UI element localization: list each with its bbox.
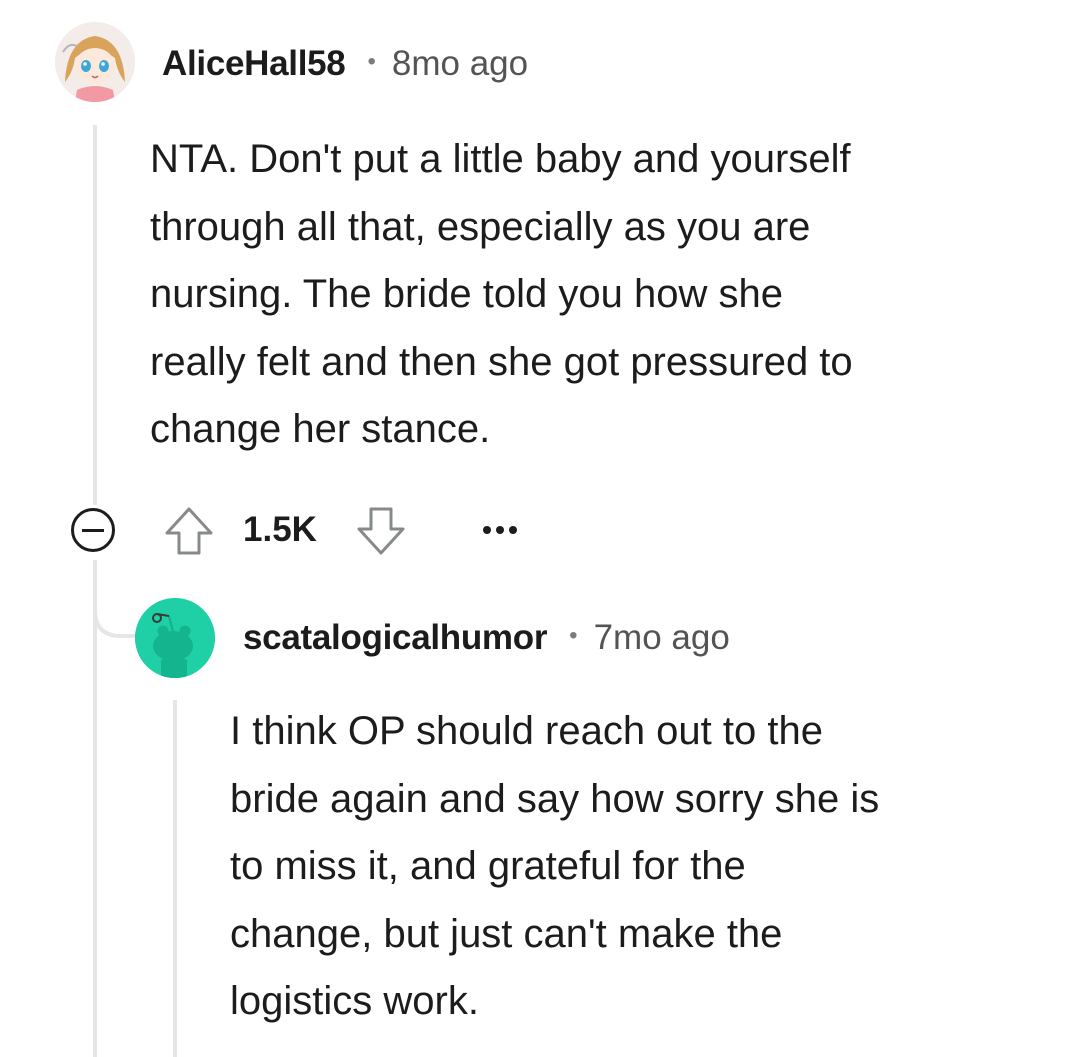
timestamp[interactable]: 7mo ago bbox=[594, 618, 730, 658]
vote-score: 1.5K bbox=[243, 510, 317, 549]
anime-girl-avatar-icon bbox=[55, 22, 135, 102]
comment-meta: scatalogicalhumor • 7mo ago bbox=[243, 618, 730, 658]
thread-line-reply bbox=[173, 700, 177, 1057]
collapse-button[interactable] bbox=[71, 508, 115, 552]
minus-icon bbox=[82, 528, 104, 532]
thread-connector bbox=[93, 560, 139, 638]
thread-line-top bbox=[93, 125, 97, 505]
comment-meta: AliceHall58 • 8mo ago bbox=[162, 44, 528, 84]
downvote-icon[interactable] bbox=[354, 504, 408, 558]
meta-separator: • bbox=[569, 622, 578, 649]
snoo-avatar-icon bbox=[135, 598, 215, 678]
more-options-icon[interactable] bbox=[478, 520, 522, 540]
upvote-icon[interactable] bbox=[162, 504, 216, 558]
meta-separator: • bbox=[367, 48, 376, 75]
avatar[interactable] bbox=[135, 598, 215, 678]
timestamp[interactable]: 8mo ago bbox=[392, 44, 528, 84]
comment-body: NTA. Don't put a little baby and yoursel… bbox=[150, 137, 853, 451]
username[interactable]: scatalogicalhumor bbox=[243, 618, 547, 658]
username[interactable]: AliceHall58 bbox=[162, 44, 346, 84]
comment-body: I think OP should reach out to the bride… bbox=[230, 709, 880, 1023]
avatar[interactable] bbox=[55, 22, 135, 102]
